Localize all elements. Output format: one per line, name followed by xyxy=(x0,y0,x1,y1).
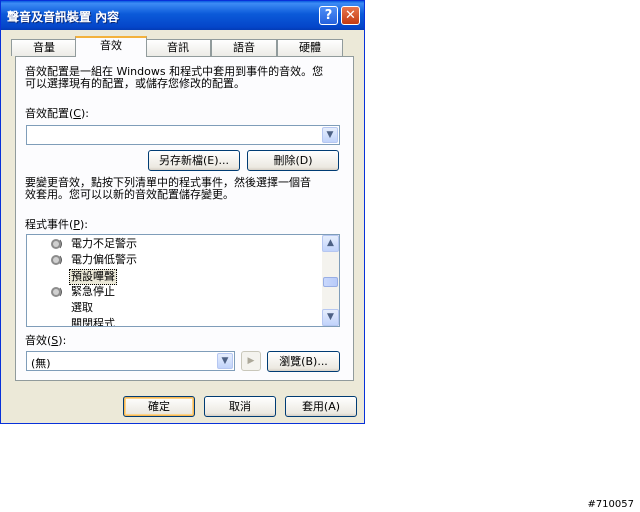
tab-voice[interactable]: 語音 xyxy=(211,39,277,56)
chevron-down-icon[interactable]: ▼ xyxy=(322,127,338,143)
help-button[interactable]: ? xyxy=(319,6,338,25)
list-item[interactable]: 電力偏低警示 xyxy=(27,253,323,269)
browse-button[interactable]: 瀏覽(B)... xyxy=(267,351,340,372)
speaker-icon xyxy=(51,255,62,265)
sound-value: (無) xyxy=(31,357,51,370)
program-events-label: 程式事件(P): xyxy=(25,218,88,231)
save-as-button[interactable]: 另存新檔(E)... xyxy=(148,150,240,171)
program-events-list[interactable]: 電力不足警示 電力偏低警示 預設嗶聲 緊急停止 選取 關閉程式 ▲ ▼ xyxy=(26,234,340,327)
play-button[interactable]: ▶ xyxy=(241,351,261,371)
title-bar[interactable]: 聲音及音訊裝置 內容 ? ✕ xyxy=(1,1,364,30)
events-scrollbar[interactable]: ▲ ▼ xyxy=(322,235,339,326)
tab-strip: 音量 音效 音訊 語音 硬體 xyxy=(9,36,349,57)
change-text-line2: 效套用。您可以以新的音效配置儲存變更。 xyxy=(25,188,234,201)
speaker-icon xyxy=(51,239,62,249)
sound-dropdown[interactable]: (無) ▼ xyxy=(26,351,235,371)
scroll-down-icon[interactable]: ▼ xyxy=(322,309,339,326)
list-item[interactable]: 選取 xyxy=(27,301,323,317)
intro-text-line2: 可以選擇現有的配置，或儲存您修改的配置。 xyxy=(25,77,245,90)
tab-audio[interactable]: 音訊 xyxy=(145,39,211,56)
chevron-down-icon[interactable]: ▼ xyxy=(217,353,233,369)
sound-properties-window: 聲音及音訊裝置 內容 ? ✕ 音量 音效 音訊 語音 硬體 音效配置是一組在 W… xyxy=(0,0,365,424)
cancel-button[interactable]: 取消 xyxy=(204,396,276,417)
image-id-label: #710057 xyxy=(587,499,634,510)
tab-sounds[interactable]: 音效 xyxy=(75,36,147,57)
play-icon: ▶ xyxy=(247,356,255,366)
scroll-thumb[interactable] xyxy=(323,277,338,287)
tab-volume[interactable]: 音量 xyxy=(11,39,77,56)
speaker-icon xyxy=(51,287,62,297)
ok-button[interactable]: 確定 xyxy=(123,396,195,417)
sound-scheme-dropdown[interactable]: ▼ xyxy=(26,125,340,145)
window-title: 聲音及音訊裝置 內容 xyxy=(7,10,120,24)
apply-button[interactable]: 套用(A) xyxy=(285,396,357,417)
sound-label: 音效(S): xyxy=(25,334,67,347)
scroll-up-icon[interactable]: ▲ xyxy=(322,235,339,252)
sound-scheme-label: 音效配置(C): xyxy=(25,107,89,120)
list-item[interactable]: 預設嗶聲 xyxy=(27,269,323,285)
tab-hardware[interactable]: 硬體 xyxy=(277,39,343,56)
list-item[interactable]: 電力不足警示 xyxy=(27,237,323,253)
close-button[interactable]: ✕ xyxy=(341,6,360,25)
list-item[interactable]: 關閉程式 xyxy=(27,317,323,326)
list-item[interactable]: 緊急停止 xyxy=(27,285,323,301)
delete-button[interactable]: 刪除(D) xyxy=(247,150,339,171)
